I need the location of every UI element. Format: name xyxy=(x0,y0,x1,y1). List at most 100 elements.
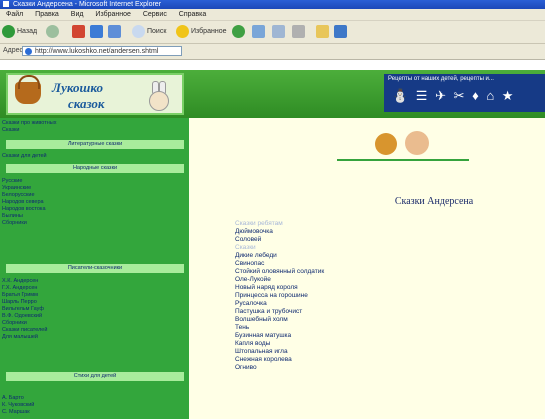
logo-subtitle: сказок xyxy=(68,96,105,111)
tale-link[interactable]: Бузинная матушка xyxy=(235,332,291,340)
tale-link[interactable]: Снежная королева xyxy=(235,356,292,364)
sidebar-link[interactable]: С. Маршак xyxy=(2,409,30,416)
basket-icon xyxy=(15,75,41,104)
tale-link[interactable]: Дюймовочка xyxy=(235,228,273,236)
tale-link[interactable]: Новый наряд короля xyxy=(235,284,298,292)
favorites-button[interactable]: Избранное xyxy=(176,24,226,40)
section-heading: Сказки xyxy=(235,244,256,251)
divider xyxy=(337,159,469,161)
sidebar-section-literary: Литературные сказки xyxy=(6,140,184,149)
sidebar-link[interactable]: Украинские xyxy=(2,185,31,192)
sidebar-link[interactable]: Вильгельм Гауф xyxy=(2,306,44,313)
logo-title: Лукошко xyxy=(52,80,103,95)
tale-link[interactable]: Соловей xyxy=(235,236,261,244)
sidebar-link[interactable]: Народов севера xyxy=(2,199,44,206)
sidebar-link[interactable]: Для малышей xyxy=(2,334,38,341)
tale-link[interactable]: Свинопас xyxy=(235,260,264,268)
sidebar-link[interactable]: Х.К. Андерсен xyxy=(2,278,38,285)
tale-link[interactable]: Стойкий оловянный солдатик xyxy=(235,268,324,276)
tale-link[interactable]: Пастушка и трубочист xyxy=(235,308,302,316)
stop-icon xyxy=(72,24,85,38)
sidebar-link[interactable]: Народов востока xyxy=(2,206,46,213)
sidebar-link[interactable]: Русские xyxy=(2,178,22,185)
sidebar-link[interactable]: Шарль Перро xyxy=(2,299,37,306)
sidebar-section-poems: Стихи для детей xyxy=(6,372,184,381)
tale-link[interactable]: Принцесса на горошине xyxy=(235,292,308,300)
menu-file[interactable]: Файл xyxy=(6,11,23,18)
tale-link[interactable]: Огниво xyxy=(235,364,257,372)
sidebar-link[interactable]: Г.Х. Андерсен xyxy=(2,285,37,292)
site-header: Лукошко сказок Рецепты от наших детей, р… xyxy=(0,70,545,118)
refresh-icon xyxy=(90,24,103,38)
lion-icon xyxy=(375,133,397,155)
folder-button[interactable] xyxy=(316,24,331,40)
menu-help[interactable]: Справка xyxy=(179,11,206,18)
sidebar-link[interactable]: Белорусские xyxy=(2,192,35,199)
search-icon xyxy=(132,24,145,38)
browser-toolbar: Назад Поиск Избранное xyxy=(0,21,545,44)
fairytale-illustration xyxy=(365,131,445,159)
sidebar-link[interactable]: Сказки для детей xyxy=(2,153,47,160)
folder-icon xyxy=(316,24,329,38)
refresh-button[interactable] xyxy=(90,24,105,40)
mail-button[interactable] xyxy=(272,24,287,40)
tale-link[interactable]: Дикие лебеди xyxy=(235,252,277,260)
home-icon xyxy=(108,24,121,38)
tale-link[interactable]: Русалочка xyxy=(235,300,267,308)
banner-icons: ⛄ ☰ ✈ ✂ ♦ ⌂ ★ xyxy=(392,88,516,103)
sidebar-link[interactable]: К. Чуковский xyxy=(2,402,34,409)
menu-view[interactable]: Вид xyxy=(71,11,84,18)
banner-text: Рецепты от наших детей, рецепты и... xyxy=(388,76,494,82)
address-value: http://www.lukoshko.net/andersen.shtml xyxy=(35,48,159,55)
sidebar-link[interactable]: Братья Гримм xyxy=(2,292,38,299)
main-content: Сказки Андерсена Сказки ребятам Дюймовоч… xyxy=(189,118,545,419)
messenger-icon xyxy=(334,24,347,38)
sidebar-section-folk: Народные сказки xyxy=(6,164,184,173)
site-logo[interactable]: Лукошко сказок xyxy=(6,73,184,115)
address-bar: Адрес http://www.lukoshko.net/andersen.s… xyxy=(0,44,545,60)
sidebar-link[interactable]: Былины xyxy=(2,213,23,220)
search-button[interactable]: Поиск xyxy=(132,24,166,40)
stop-button[interactable] xyxy=(72,24,87,40)
menu-tools[interactable]: Сервис xyxy=(143,11,167,18)
tale-link[interactable]: Тень xyxy=(235,324,249,332)
child-icon xyxy=(405,131,429,155)
home-button[interactable] xyxy=(108,24,123,40)
sidebar-link[interactable]: В.Ф. Одоевский xyxy=(2,313,42,320)
star-icon xyxy=(176,24,189,38)
sidebar-link[interactable]: А. Барто xyxy=(2,395,24,402)
sidebar-link[interactable]: Сказки xyxy=(2,127,20,134)
sidebar: Сказки про животных Сказки Литературные … xyxy=(0,118,189,419)
window-titlebar: Сказки Андерсена - Microsoft Internet Ex… xyxy=(0,0,545,9)
sidebar-link[interactable]: Сборники xyxy=(2,320,27,327)
print-button[interactable] xyxy=(292,24,307,40)
section-heading: Сказки ребятам xyxy=(235,220,283,227)
address-input[interactable]: http://www.lukoshko.net/andersen.shtml xyxy=(22,46,182,56)
sidebar-link[interactable]: Сказки писателей xyxy=(2,327,47,334)
forward-button[interactable] xyxy=(46,24,61,40)
menu-edit[interactable]: Правка xyxy=(35,11,59,18)
sidebar-link[interactable]: Сказки про животных xyxy=(2,120,56,127)
history-icon xyxy=(252,24,265,38)
media-button[interactable] xyxy=(232,24,247,40)
page-icon xyxy=(25,48,32,55)
address-label: Адрес xyxy=(3,47,24,54)
sidebar-section-writers: Писатели-сказочники xyxy=(6,264,184,273)
sidebar-link[interactable]: Сборники xyxy=(2,220,27,227)
tale-link[interactable]: Волшебный холм xyxy=(235,316,288,324)
messenger-button[interactable] xyxy=(334,24,349,40)
bunny-icon xyxy=(146,81,170,111)
tale-link[interactable]: Капля воды xyxy=(235,340,270,348)
window-title: Сказки Андерсена - Microsoft Internet Ex… xyxy=(12,1,162,8)
mail-icon xyxy=(272,24,285,38)
media-icon xyxy=(232,24,245,38)
tale-link[interactable]: Оле-Лукойе xyxy=(235,276,271,284)
menu-bar: Файл Правка Вид Избранное Сервис Справка xyxy=(0,9,545,21)
ie-icon xyxy=(3,1,9,7)
forward-arrow-icon xyxy=(46,24,59,38)
back-button[interactable]: Назад xyxy=(2,24,37,40)
tale-link[interactable]: Штопальная игла xyxy=(235,348,288,356)
header-banner[interactable]: Рецепты от наших детей, рецепты и... ⛄ ☰… xyxy=(384,74,545,112)
menu-favorites[interactable]: Избранное xyxy=(95,11,130,18)
history-button[interactable] xyxy=(252,24,267,40)
